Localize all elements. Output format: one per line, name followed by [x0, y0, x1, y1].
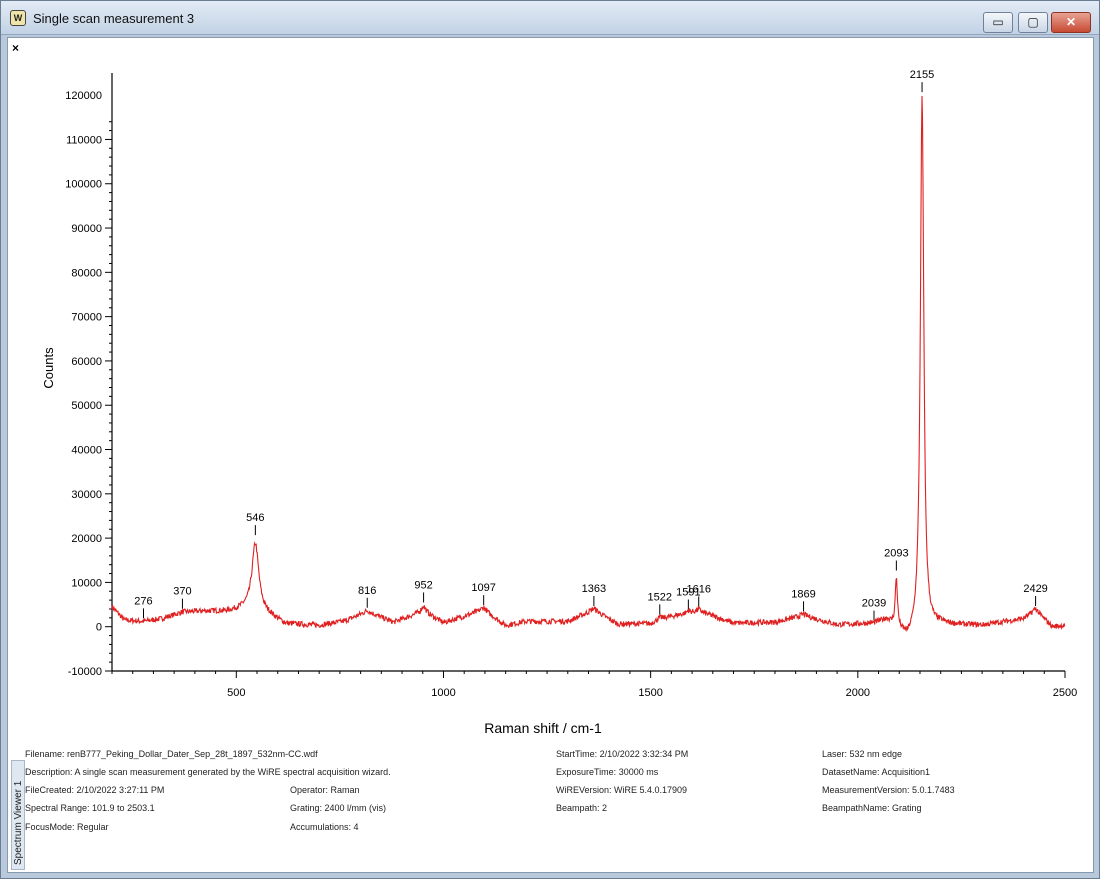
x-axis-label: Raman shift / cm-1	[484, 720, 602, 736]
y-axis-label: Counts	[41, 347, 56, 389]
peak-label-952: 952	[414, 579, 432, 591]
peak-label-1097: 1097	[471, 582, 495, 594]
x-tick-label: 2000	[846, 687, 870, 699]
x-tick-label: 2500	[1053, 687, 1077, 699]
measurement-version-info: MeasurementVersion: 5.0.1.7483	[822, 785, 955, 795]
peak-label-2039: 2039	[862, 598, 886, 610]
peak-label-2155: 2155	[910, 69, 934, 81]
operator-info: Operator: Raman	[290, 785, 360, 795]
y-tick-label: 50000	[71, 400, 102, 412]
x-tick-label: 1500	[638, 687, 662, 699]
y-tick-label: 60000	[71, 356, 102, 368]
beampath-info: Beampath: 2	[556, 803, 608, 813]
spectrum-chart[interactable]: -10000 0 10000 20000 30000 40000 50000 60000 700…	[8, 38, 1093, 758]
start-time-info: StartTime: 2/10/2022 3:32:34 PM	[556, 749, 689, 759]
close-button[interactable]: ✕	[1051, 12, 1091, 33]
peak-label-1869: 1869	[791, 588, 815, 600]
spectrum-window: W Single scan measurement 3 ▭ ▢ ✕ × -100…	[0, 0, 1100, 879]
grating-info: Grating: 2400 l/mm (vis)	[290, 803, 387, 813]
y-tick-label: 70000	[71, 312, 102, 324]
peak-label-370: 370	[173, 586, 191, 598]
y-tick-label: 120000	[65, 90, 102, 102]
wire-version-info: WiREVersion: WiRE 5.4.0.17909	[556, 785, 688, 795]
spectral-range-info: Spectral Range: 101.9 to 2503.1	[25, 803, 155, 813]
maximize-button[interactable]: ▢	[1018, 12, 1048, 33]
y-tick-label: 10000	[71, 577, 102, 589]
minimize-button[interactable]: ▭	[983, 12, 1013, 33]
spectrum-viewer-tab[interactable]: Spectrum Viewer 1	[11, 760, 25, 870]
focus-mode-info: FocusMode: Regular	[25, 822, 109, 832]
x-tick-label: 500	[227, 687, 245, 699]
y-tick-label: 30000	[71, 489, 102, 501]
y-tick-label: 100000	[65, 179, 102, 191]
spectrum-viewer: × -10000 0 10000 20000 30000 40000 50000 60000 7…	[7, 37, 1094, 873]
y-tick-label: 90000	[71, 223, 102, 235]
peak-label-816: 816	[358, 585, 376, 597]
peak-label-2429: 2429	[1023, 583, 1047, 595]
spectrum-line	[111, 95, 1066, 633]
y-tick-label: 80000	[71, 267, 102, 279]
peak-label-276: 276	[134, 595, 152, 607]
y-tick-label: 40000	[71, 445, 102, 457]
wire-app-icon[interactable]: W	[10, 10, 26, 26]
beampath-name-info: BeampathName: Grating	[822, 803, 922, 813]
y-tick-label: 110000	[66, 134, 102, 146]
peak-label-1616: 1616	[686, 583, 710, 595]
filename-info: Filename: renB777_Peking_Dollar_Dater_Se…	[25, 749, 318, 759]
window-title: Single scan measurement 3	[33, 11, 195, 26]
chart-axes: -10000 0 10000 20000 30000 40000 50000 60000 700…	[65, 73, 1077, 699]
file-created-info: FileCreated: 2/10/2022 3:27:11 PM	[25, 785, 165, 795]
y-tick-label: -10000	[68, 666, 102, 678]
peak-labels: 276370546816 952 1097 13631522 15911616 18692…	[134, 69, 1048, 621]
x-tick-label: 1000	[431, 687, 455, 699]
laser-info: Laser: 532 nm edge	[822, 749, 903, 759]
peak-label-546: 546	[246, 512, 264, 524]
title-bar[interactable]: W Single scan measurement 3 ▭ ▢ ✕	[1, 1, 1099, 35]
peak-label-2093: 2093	[884, 548, 908, 560]
y-tick-label: 0	[96, 622, 102, 634]
y-tick-label: 20000	[71, 533, 102, 545]
exposure-time-info: ExposureTime: 30000 ms	[556, 767, 659, 777]
accumulations-info: Accumulations: 4	[290, 822, 359, 832]
spectrum-viewer-tab-label: Spectrum Viewer 1	[13, 780, 24, 865]
peak-label-1363: 1363	[582, 583, 606, 595]
dataset-name-info: DatasetName: Acquisition1	[822, 767, 931, 777]
peak-label-1522: 1522	[648, 591, 672, 603]
description-info: Description: A single scan measurement g…	[25, 767, 391, 777]
